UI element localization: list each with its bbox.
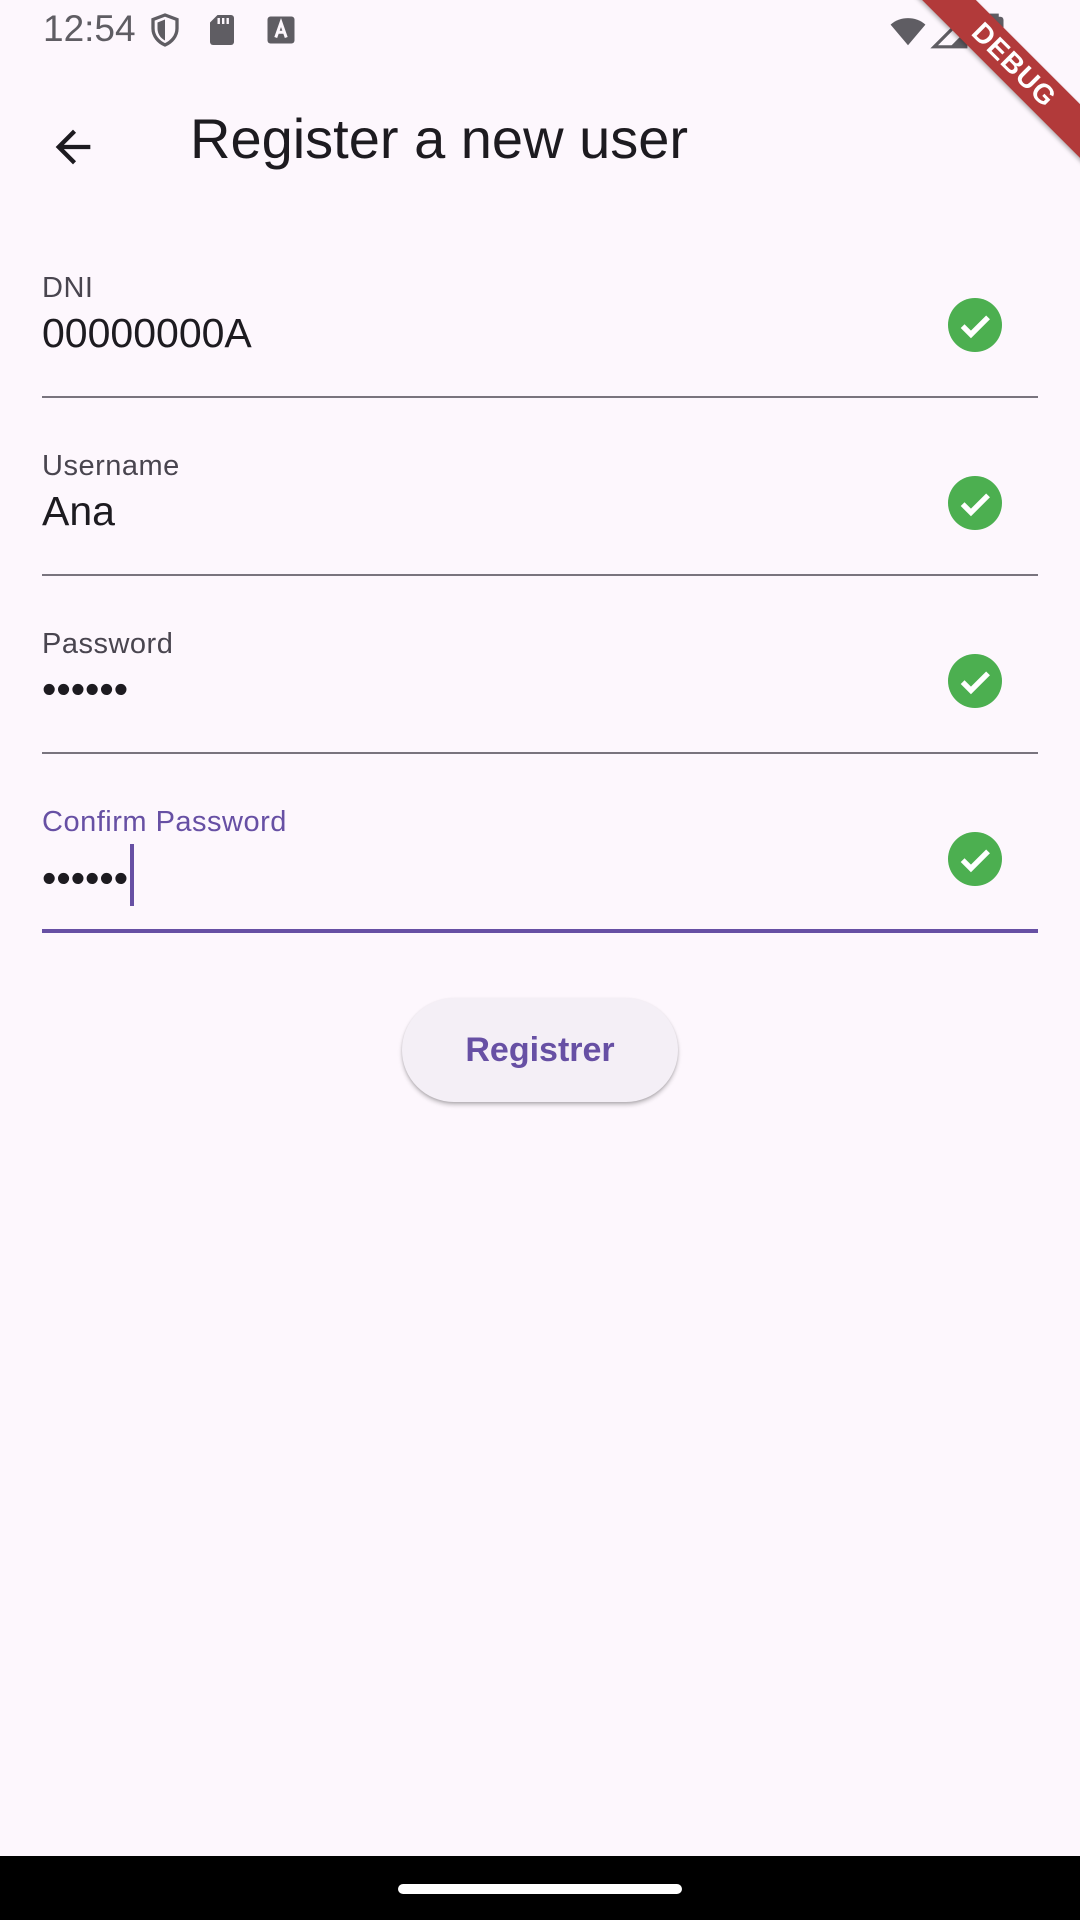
- navigation-bar: [0, 1856, 1080, 1920]
- check-circle-icon: [948, 654, 1002, 708]
- username-field[interactable]: Username Ana: [42, 450, 1038, 590]
- register-button[interactable]: Registrer: [402, 998, 678, 1102]
- check-circle-icon: [948, 832, 1002, 886]
- password-underline: [42, 752, 1038, 754]
- status-bar: 12:54: [0, 0, 1080, 64]
- password-input[interactable]: ••••••: [42, 666, 128, 713]
- back-button[interactable]: [30, 104, 116, 190]
- dni-label: DNI: [42, 272, 94, 304]
- confirm-password-label: Confirm Password: [42, 806, 287, 838]
- password-label: Password: [42, 628, 174, 660]
- sd-card-icon: [210, 15, 234, 45]
- confirm-password-value: ••••••: [42, 855, 129, 901]
- wifi-icon: [890, 18, 926, 46]
- status-time: 12:54: [43, 8, 136, 49]
- check-circle-icon: [948, 476, 1002, 530]
- username-label: Username: [42, 450, 180, 482]
- confirm-password-input[interactable]: ••••••: [42, 844, 135, 906]
- shield-icon: [151, 13, 179, 47]
- page-title: Register a new user: [190, 107, 689, 170]
- username-input[interactable]: Ana: [42, 488, 115, 535]
- confirm-password-field[interactable]: Confirm Password ••••••: [42, 806, 1038, 946]
- check-circle-icon: [948, 298, 1002, 352]
- confirm-password-underline: [42, 929, 1038, 933]
- password-field[interactable]: Password ••••••: [42, 628, 1038, 768]
- arrow-back-icon: [55, 129, 91, 165]
- text-a-icon: [267, 16, 295, 44]
- username-underline: [42, 574, 1038, 576]
- dni-underline: [42, 396, 1038, 398]
- app-bar: Register a new user: [0, 64, 1080, 204]
- text-cursor: [130, 844, 135, 906]
- home-gesture-handle[interactable]: [398, 1884, 682, 1894]
- dni-input[interactable]: 00000000A: [42, 310, 252, 357]
- dni-field[interactable]: DNI 00000000A: [42, 272, 1038, 412]
